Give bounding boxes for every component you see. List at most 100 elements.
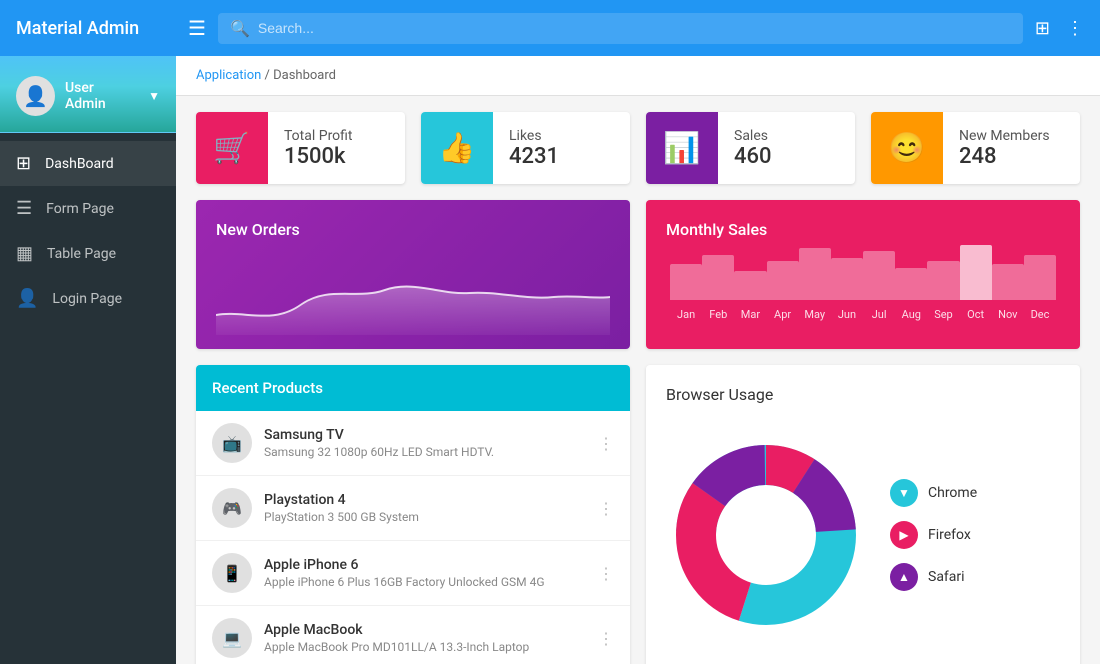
safari-dot: ▲ xyxy=(890,563,918,591)
product-info: Apple MacBook Apple MacBook Pro MD101LL/… xyxy=(264,622,586,654)
stat-card-members: 😊 New Members 248 xyxy=(871,112,1080,184)
sidebar-item-dashboard[interactable]: ⊞ DashBoard xyxy=(0,141,176,186)
bar-col-aug: Aug xyxy=(895,268,927,325)
product-item-1: 🎮 Playstation 4 PlayStation 3 500 GB Sys… xyxy=(196,476,630,541)
monthly-sales-title: Monthly Sales xyxy=(666,220,1060,239)
main-content: Application / Dashboard 🛒 Total Profit 1… xyxy=(176,56,1100,664)
product-info: Samsung TV Samsung 32 1080p 60Hz LED Sma… xyxy=(264,427,586,459)
sidebar-user: 👤 User Admin ▼ xyxy=(0,56,176,133)
sidebar-item-label: Table Page xyxy=(47,246,116,262)
sidebar-item-label: Form Page xyxy=(46,201,114,217)
stat-icon-profit: 🛒 xyxy=(196,112,268,184)
bar-jun xyxy=(831,258,863,300)
product-item-3: 💻 Apple MacBook Apple MacBook Pro MD101L… xyxy=(196,606,630,664)
bar-sep xyxy=(927,261,959,300)
chevron-down-icon: ▼ xyxy=(148,89,160,103)
product-name: Apple iPhone 6 xyxy=(264,557,586,573)
chrome-label: Chrome xyxy=(928,485,977,501)
firefox-label: Firefox xyxy=(928,527,971,543)
product-desc: Samsung 32 1080p 60Hz LED Smart HDTV. xyxy=(264,445,586,459)
browser-chart-area: ▼ Chrome ▶ Firefox ▲ Safari xyxy=(666,420,1060,650)
chrome-dot: ▼ xyxy=(890,479,918,507)
legend-item-chrome: ▼ Chrome xyxy=(890,479,977,507)
bar-col-oct: Oct xyxy=(960,245,992,325)
sidebar-item-login[interactable]: 👤 Login Page xyxy=(0,276,176,321)
sidebar-nav: ⊞ DashBoard ☰ Form Page ▦ Table Page 👤 L… xyxy=(0,133,176,329)
bar-label-dec: Dec xyxy=(1031,304,1050,325)
bar-chart: JanFebMarAprMayJunJulAugSepOctNovDec xyxy=(666,255,1060,325)
stat-value-sales: 460 xyxy=(734,144,772,169)
recent-products-title: Recent Products xyxy=(212,379,614,397)
stat-label-profit: Total Profit xyxy=(284,128,353,144)
product-item-0: 📺 Samsung TV Samsung 32 1080p 60Hz LED S… xyxy=(196,411,630,476)
search-input[interactable] xyxy=(258,20,1011,36)
bar-label-jan: Jan xyxy=(677,304,695,325)
bar-may xyxy=(799,248,831,300)
new-orders-title: New Orders xyxy=(216,220,610,239)
app-title: Material Admin xyxy=(16,18,176,39)
breadcrumb-separator: / xyxy=(265,68,274,83)
topbar-actions: ⊞ ⋮ xyxy=(1035,18,1084,39)
stat-card-likes: 👍 Likes 4231 xyxy=(421,112,630,184)
product-list: 📺 Samsung TV Samsung 32 1080p 60Hz LED S… xyxy=(196,411,630,664)
stat-label-likes: Likes xyxy=(509,128,559,144)
legend-item-firefox: ▶ Firefox xyxy=(890,521,977,549)
bar-col-jun: Jun xyxy=(831,258,863,325)
product-icon: 🎮 xyxy=(212,488,252,528)
sidebar-item-table[interactable]: ▦ Table Page xyxy=(0,231,176,276)
browser-usage-card: Browser Usage xyxy=(646,365,1080,664)
product-menu-icon[interactable]: ⋮ xyxy=(598,629,614,648)
bar-jul xyxy=(863,251,895,300)
stat-value-profit: 1500k xyxy=(284,144,353,169)
topbar: Material Admin ☰ 🔍 ⊞ ⋮ xyxy=(0,0,1100,56)
grid-icon[interactable]: ⊞ xyxy=(1035,18,1050,39)
search-bar: 🔍 xyxy=(218,13,1023,44)
product-icon: 💻 xyxy=(212,618,252,658)
bar-col-jul: Jul xyxy=(863,251,895,325)
sidebar: 👤 User Admin ▼ ⊞ DashBoard ☰ Form Page ▦… xyxy=(0,56,176,664)
sidebar-username: User Admin xyxy=(65,80,136,112)
breadcrumb: Application / Dashboard xyxy=(176,56,1100,96)
sidebar-item-form[interactable]: ☰ Form Page xyxy=(0,186,176,231)
stat-info-members: New Members 248 xyxy=(943,116,1066,181)
breadcrumb-current: Dashboard xyxy=(273,68,336,83)
bar-col-apr: Apr xyxy=(767,261,799,325)
product-desc: Apple iPhone 6 Plus 16GB Factory Unlocke… xyxy=(264,575,586,589)
product-name: Playstation 4 xyxy=(264,492,586,508)
product-menu-icon[interactable]: ⋮ xyxy=(598,499,614,518)
form-icon: ☰ xyxy=(16,198,32,219)
product-item-2: 📱 Apple iPhone 6 Apple iPhone 6 Plus 16G… xyxy=(196,541,630,606)
stat-label-sales: Sales xyxy=(734,128,772,144)
bar-label-feb: Feb xyxy=(709,304,727,325)
more-icon[interactable]: ⋮ xyxy=(1066,18,1084,39)
charts-row: New Orders Monthly Sales xyxy=(196,200,1080,349)
table-icon: ▦ xyxy=(16,243,33,264)
recent-products-header: Recent Products xyxy=(196,365,630,411)
stat-card-total-profit: 🛒 Total Profit 1500k xyxy=(196,112,405,184)
product-name: Samsung TV xyxy=(264,427,586,443)
product-desc: PlayStation 3 500 GB System xyxy=(264,510,586,524)
bar-col-nov: Nov xyxy=(992,264,1024,325)
stats-row: 🛒 Total Profit 1500k 👍 Likes 4231 📊 xyxy=(196,112,1080,184)
bar-feb xyxy=(702,255,734,300)
person-icon: 👤 xyxy=(16,288,38,309)
product-info: Apple iPhone 6 Apple iPhone 6 Plus 16GB … xyxy=(264,557,586,589)
browser-legend: ▼ Chrome ▶ Firefox ▲ Safari xyxy=(890,479,977,591)
breadcrumb-app[interactable]: Application xyxy=(196,68,261,83)
menu-icon[interactable]: ☰ xyxy=(188,16,206,40)
stat-icon-sales: 📊 xyxy=(646,112,718,184)
legend-item-safari: ▲ Safari xyxy=(890,563,977,591)
product-menu-icon[interactable]: ⋮ xyxy=(598,564,614,583)
bar-col-jan: Jan xyxy=(670,264,702,325)
bar-oct xyxy=(960,245,992,300)
product-menu-icon[interactable]: ⋮ xyxy=(598,434,614,453)
stat-info-profit: Total Profit 1500k xyxy=(268,116,369,181)
sidebar-item-label: DashBoard xyxy=(45,156,114,172)
bar-mar xyxy=(734,271,766,300)
firefox-dot: ▶ xyxy=(890,521,918,549)
stat-info-sales: Sales 460 xyxy=(718,116,788,181)
bar-nov xyxy=(992,264,1024,300)
bar-label-sep: Sep xyxy=(934,304,953,325)
bar-label-oct: Oct xyxy=(967,304,984,325)
product-icon: 📱 xyxy=(212,553,252,593)
